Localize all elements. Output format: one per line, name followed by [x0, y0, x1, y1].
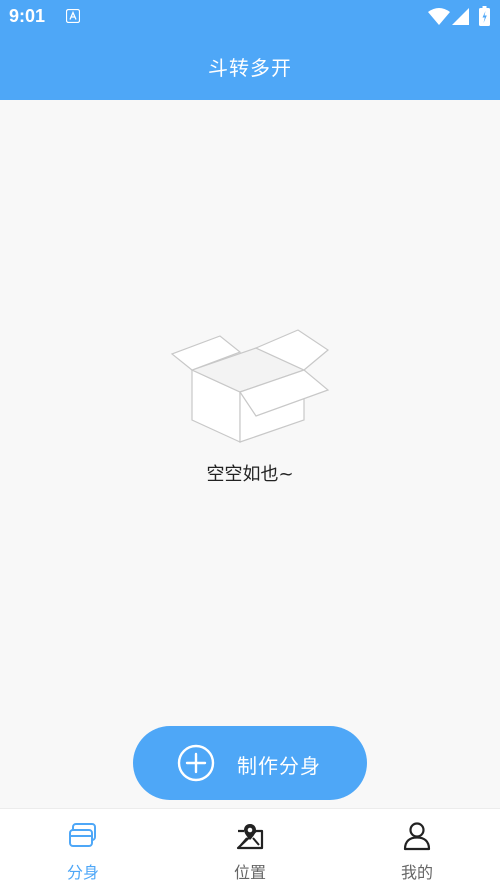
- status-time: 9:01: [9, 6, 46, 26]
- empty-state-text: 空空如也~: [206, 464, 294, 485]
- main-content: 空空如也~: [0, 100, 500, 808]
- user-icon: [403, 822, 431, 851]
- app-header: 9:01 斗转多开: [0, 0, 500, 100]
- tab-clone[interactable]: 分身: [0, 809, 166, 888]
- tab-location-label: 位置: [233, 863, 266, 882]
- create-clone-button[interactable]: 制作分身: [133, 726, 367, 800]
- empty-box-icon: [170, 329, 330, 443]
- location-map-icon: [236, 824, 264, 850]
- bottom-tab-bar: 分身 位置 我的: [0, 808, 500, 888]
- status-bar: 9:01: [0, 0, 500, 34]
- wifi-icon: [428, 8, 450, 25]
- clone-cards-icon: [69, 823, 96, 847]
- signal-icon: [452, 8, 469, 25]
- create-clone-label: 制作分身: [237, 756, 321, 778]
- battery-charging-icon: [479, 6, 490, 26]
- tab-mine-label: 我的: [400, 863, 433, 882]
- tab-clone-label: 分身: [66, 863, 99, 882]
- tab-mine[interactable]: 我的: [334, 809, 500, 888]
- plus-circle-icon: [177, 744, 215, 782]
- a-notification-icon: [66, 9, 80, 23]
- tab-location[interactable]: 位置: [167, 809, 333, 888]
- page-title: 斗转多开: [208, 56, 292, 80]
